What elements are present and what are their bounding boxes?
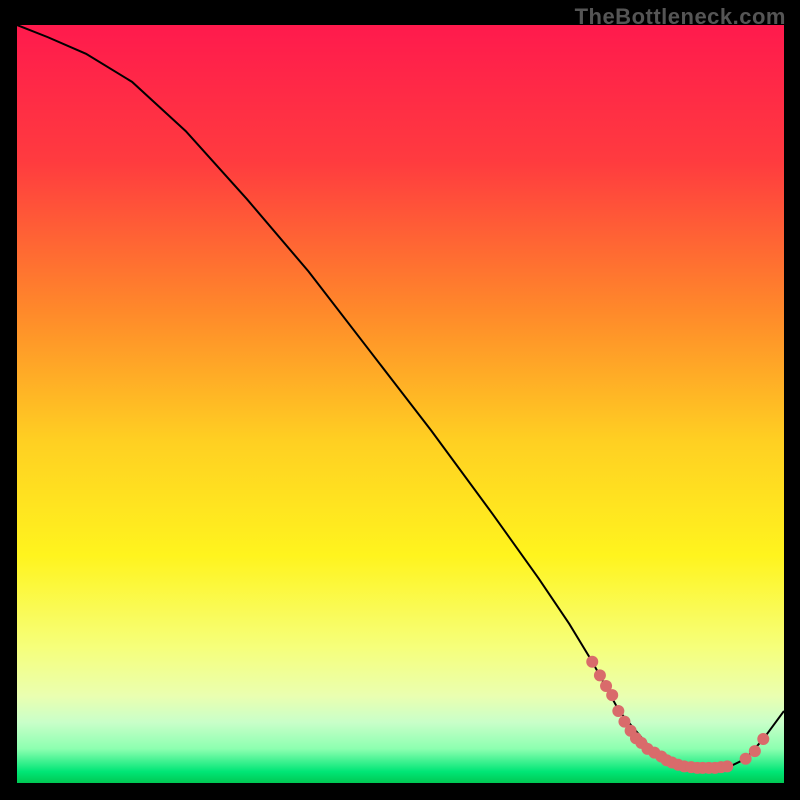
scatter-point	[740, 753, 752, 765]
scatter-point	[586, 656, 598, 668]
scatter-point	[594, 669, 606, 681]
scatter-point	[757, 733, 769, 745]
scatter-point	[612, 705, 624, 717]
watermark-text: TheBottleneck.com	[575, 4, 786, 30]
scatter-point	[606, 689, 618, 701]
scatter-point	[749, 745, 761, 757]
chart-svg	[0, 0, 800, 800]
scatter-point	[721, 760, 733, 772]
plot-background	[17, 25, 784, 783]
chart-stage: TheBottleneck.com	[0, 0, 800, 800]
